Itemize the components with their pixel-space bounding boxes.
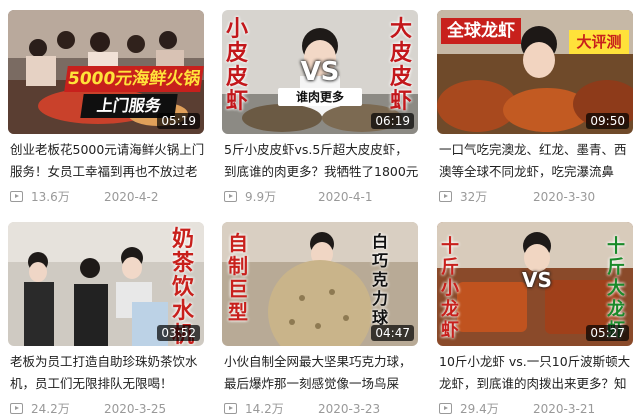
thumbnail-caption: 小皮皮虾 <box>226 17 249 114</box>
thumbnail-caption: 大皮皮虾 <box>390 17 413 114</box>
video-duration: 05:19 <box>157 113 200 129</box>
play-count-icon <box>439 191 452 202</box>
video-thumbnail[interactable]: 5000元海鲜火锅 上门服务 05:19 <box>8 10 204 134</box>
video-grid: 5000元海鲜火锅 上门服务 05:19 创业老板花5000元请海鲜火锅上门服务… <box>0 0 640 417</box>
video-meta: 9.9万 2020-4-1 <box>224 188 420 206</box>
thumbnail-caption: VS <box>522 268 552 292</box>
publish-date: 2020-3-21 <box>533 402 596 416</box>
thumbnail-caption: 全球龙虾 <box>441 18 521 44</box>
video-card[interactable]: 奶茶饮水机 03:52 老板为员工打造自助珍珠奶茶饮水机，员工们无限排队无限喝！… <box>8 222 204 417</box>
play-count-icon <box>10 403 23 414</box>
video-duration: 03:52 <box>157 325 200 341</box>
thumbnail-caption: 自制巨型 <box>228 231 248 324</box>
thumbnail-caption: 十斤小龙虾 <box>441 236 459 341</box>
view-count: 9.9万 <box>245 190 277 204</box>
video-thumbnail[interactable]: 全球龙虾 大评测 09:50 <box>437 10 633 134</box>
video-meta: 14.2万 2020-3-23 <box>224 400 420 417</box>
view-count: 24.2万 <box>31 402 70 416</box>
publish-date: 2020-3-30 <box>533 190 596 204</box>
video-title[interactable]: 小伙自制全网最大坚果巧克力球，最后爆炸那一刻感觉像一场鸟屎 <box>224 351 420 395</box>
view-count: 29.4万 <box>460 402 499 416</box>
video-title[interactable]: 一口气吃完澳龙、红龙、墨青、西澳等全球不同龙虾，吃完瀑流鼻 <box>439 139 635 183</box>
video-title[interactable]: 10斤小龙虾 vs.一只10斤波斯顿大龙虾，到底谁的肉拨出来更多？知 <box>439 351 635 395</box>
publish-date: 2020-3-23 <box>318 402 381 416</box>
publish-date: 2020-3-25 <box>104 402 167 416</box>
video-card[interactable]: 小皮皮虾 VS 大皮皮虾 谁肉更多 06:19 5斤小皮皮虾vs.5斤超大皮皮虾… <box>222 10 418 210</box>
video-duration: 04:47 <box>371 325 414 341</box>
video-card[interactable]: 5000元海鲜火锅 上门服务 05:19 创业老板花5000元请海鲜火锅上门服务… <box>8 10 204 210</box>
video-title[interactable]: 老板为员工打造自助珍珠奶茶饮水机，员工们无限排队无限喝！ <box>10 351 206 395</box>
view-count: 14.2万 <box>245 402 284 416</box>
video-duration: 09:50 <box>586 113 629 129</box>
publish-date: 2020-4-1 <box>318 190 373 204</box>
video-meta: 29.4万 2020-3-21 <box>439 400 635 417</box>
play-count-icon <box>10 191 23 202</box>
video-card[interactable]: 十斤小龙虾 VS 十斤大龙虾 05:27 10斤小龙虾 vs.一只10斤波斯顿大… <box>437 222 633 417</box>
video-title[interactable]: 5斤小皮皮虾vs.5斤超大皮皮虾，到底谁的肉更多？我牺牲了1800元告 <box>224 139 420 183</box>
thumbnail-caption: VS <box>300 57 340 87</box>
video-meta: 32万 2020-3-30 <box>439 188 635 206</box>
video-meta: 13.6万 2020-4-2 <box>10 188 206 206</box>
thumbnail-caption: 5000元海鲜火锅 <box>64 66 204 92</box>
view-count: 13.6万 <box>31 190 70 204</box>
video-thumbnail[interactable]: 自制巨型 白巧克力球 04:47 <box>222 222 418 346</box>
video-card[interactable]: 全球龙虾 大评测 09:50 一口气吃完澳龙、红龙、墨青、西澳等全球不同龙虾，吃… <box>437 10 633 210</box>
play-count-icon <box>224 403 237 414</box>
video-thumbnail[interactable]: 奶茶饮水机 03:52 <box>8 222 204 346</box>
play-count-icon <box>224 191 237 202</box>
video-duration: 05:27 <box>586 325 629 341</box>
view-count: 32万 <box>460 190 488 204</box>
video-thumbnail[interactable]: 小皮皮虾 VS 大皮皮虾 谁肉更多 06:19 <box>222 10 418 134</box>
video-title[interactable]: 创业老板花5000元请海鲜火锅上门服务！女员工幸福到再也不放过老 <box>10 139 206 183</box>
video-card[interactable]: 自制巨型 白巧克力球 04:47 小伙自制全网最大坚果巧克力球，最后爆炸那一刻感… <box>222 222 418 417</box>
video-thumbnail[interactable]: 十斤小龙虾 VS 十斤大龙虾 05:27 <box>437 222 633 346</box>
thumbnail-caption: 谁肉更多 <box>278 88 362 106</box>
thumbnail-caption: 大评测 <box>569 30 629 54</box>
video-meta: 24.2万 2020-3-25 <box>10 400 206 417</box>
publish-date: 2020-4-2 <box>104 190 159 204</box>
play-count-icon <box>439 403 452 414</box>
video-duration: 06:19 <box>371 113 414 129</box>
thumbnail-caption: 白巧克力球 <box>372 232 389 327</box>
